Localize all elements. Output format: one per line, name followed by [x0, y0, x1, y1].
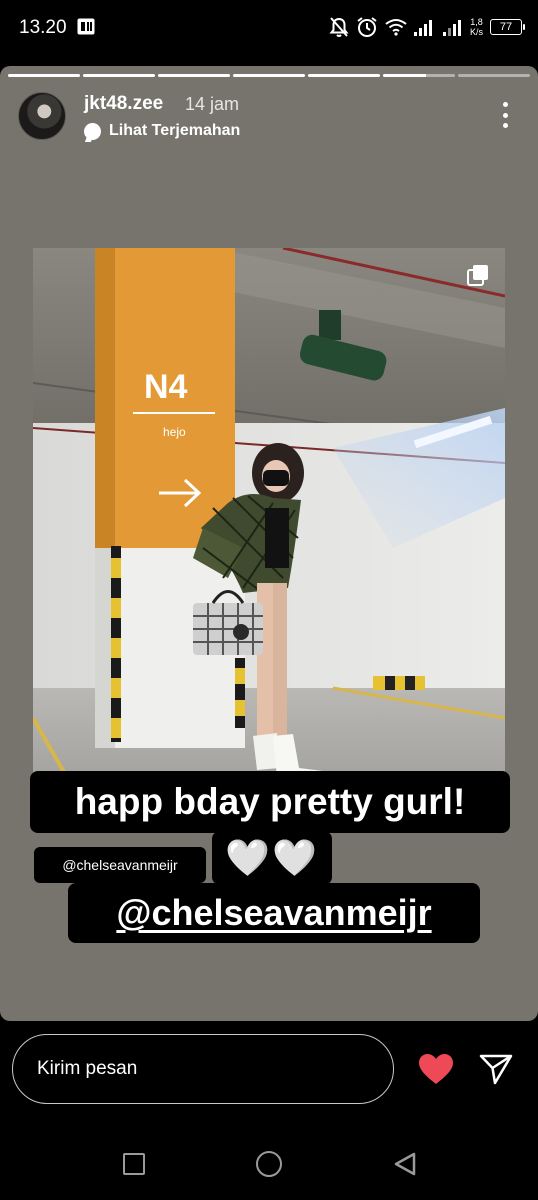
network-speed: 1,8 K/s — [470, 17, 483, 37]
multiple-photos-icon — [467, 265, 488, 286]
pillar-sign-code: N4 — [144, 368, 188, 406]
progress-segment — [8, 74, 80, 77]
network-speed-unit: K/s — [469, 27, 483, 37]
signal-icon — [413, 20, 432, 36]
story-viewer[interactable]: jkt48.zee 14 jam Lihat Terjemahan N4 hej… — [0, 66, 538, 1021]
mention-sticker[interactable]: @chelseavanmeijr — [34, 847, 206, 883]
system-nav-bar — [0, 1131, 538, 1200]
heart-icon[interactable] — [418, 1053, 454, 1085]
home-icon[interactable] — [256, 1151, 282, 1177]
caption-mention[interactable]: @chelseavanmeijr — [68, 883, 480, 943]
pillar-sign-word: hejo — [163, 425, 186, 439]
caption-line-1: happ bday pretty gurl! — [30, 771, 510, 833]
message-input[interactable] — [12, 1034, 394, 1104]
avatar[interactable] — [18, 92, 66, 140]
send-icon[interactable] — [478, 1051, 514, 1087]
story-username[interactable]: jkt48.zee — [84, 93, 163, 115]
signal-icon — [442, 20, 461, 36]
progress-segment — [158, 74, 230, 77]
wifi-icon — [385, 19, 407, 36]
caption-hearts: 🤍🤍 — [212, 831, 332, 885]
reply-bar — [0, 1021, 538, 1131]
more-options-icon[interactable] — [502, 102, 508, 128]
app-notification-icon — [77, 18, 95, 35]
progress-segment — [83, 74, 155, 77]
translate-button[interactable]: Lihat Terjemahan — [84, 122, 240, 140]
recents-icon[interactable] — [123, 1153, 145, 1175]
mute-icon — [329, 17, 349, 37]
progress-segment — [233, 74, 305, 77]
speech-bubble-icon — [84, 122, 101, 140]
back-icon[interactable] — [392, 1151, 418, 1177]
battery-icon: 77 — [490, 19, 525, 35]
network-speed-value: 1,8 — [470, 17, 483, 27]
parking-garage-photo: N4 hejo — [33, 248, 505, 808]
story-photo: N4 hejo — [33, 248, 505, 808]
story-time-ago: 14 jam — [185, 94, 240, 114]
status-time: 13.20 — [19, 17, 67, 38]
progress-segment — [383, 74, 455, 77]
battery-level: 77 — [499, 21, 513, 33]
progress-segment — [458, 74, 530, 77]
translate-label: Lihat Terjemahan — [109, 122, 241, 139]
progress-segment — [308, 74, 380, 77]
caption-mention-text[interactable]: @chelseavanmeijr — [116, 892, 431, 933]
status-bar: 13.20 1,8 K/s 77 — [0, 0, 538, 58]
story-progress-bar — [8, 74, 530, 77]
alarm-icon — [357, 17, 377, 37]
